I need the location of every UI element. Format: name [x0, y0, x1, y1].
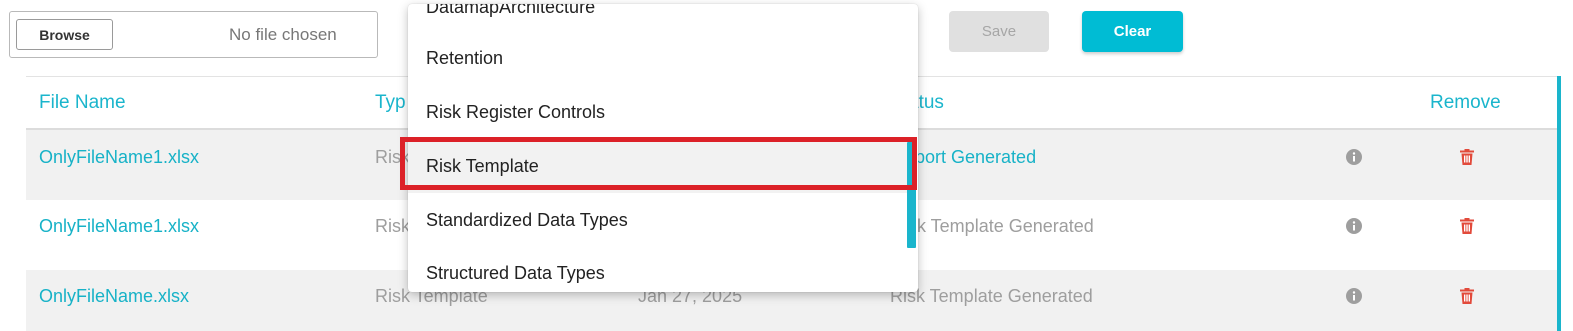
file-name-link[interactable]: OnlyFileName.xlsx: [39, 286, 189, 307]
save-button[interactable]: Save: [949, 11, 1049, 52]
info-circle-icon[interactable]: [1346, 149, 1362, 165]
dropdown-option[interactable]: Standardized Data Types: [408, 193, 910, 247]
file-status: Risk Template Generated: [890, 286, 1093, 306]
file-status: k Template Generated: [917, 216, 1094, 236]
clear-button[interactable]: Clear: [1082, 11, 1183, 52]
dropdown-option-selected[interactable]: Risk Template: [408, 139, 910, 193]
header-file-name[interactable]: File Name: [39, 92, 126, 114]
dropdown-scrollbar[interactable]: [907, 142, 916, 248]
file-import-page: Browse No file chosen Save Clear File Na…: [0, 0, 1573, 331]
dropdown-option[interactable]: Structured Data Types: [408, 246, 910, 292]
header-remove: Remove: [1430, 92, 1501, 113]
file-name-link[interactable]: OnlyFileName1.xlsx: [39, 147, 199, 168]
trash-icon[interactable]: [1460, 218, 1474, 234]
file-status[interactable]: port Generated: [915, 147, 1036, 168]
dropdown-option[interactable]: Retention: [408, 31, 910, 85]
dropdown-option[interactable]: Risk Register Controls: [408, 85, 910, 139]
header-type[interactable]: Typ: [375, 92, 406, 114]
info-circle-icon[interactable]: [1346, 288, 1362, 304]
trash-icon[interactable]: [1460, 149, 1474, 165]
file-input[interactable]: Browse No file chosen: [9, 11, 378, 58]
file-name-link[interactable]: OnlyFileName1.xlsx: [39, 216, 199, 237]
no-file-chosen-text: No file chosen: [229, 25, 337, 44]
trash-icon[interactable]: [1460, 288, 1474, 304]
info-circle-icon[interactable]: [1346, 218, 1362, 234]
dropdown-option[interactable]: DatamapArchitecture: [408, 4, 910, 34]
file-type: Risk: [375, 147, 410, 167]
page-scrollbar[interactable]: [1557, 76, 1561, 331]
type-dropdown-menu: DatamapArchitecture Retention Risk Regis…: [408, 4, 918, 292]
file-type: Risk: [375, 216, 410, 236]
browse-button[interactable]: Browse: [16, 19, 113, 50]
